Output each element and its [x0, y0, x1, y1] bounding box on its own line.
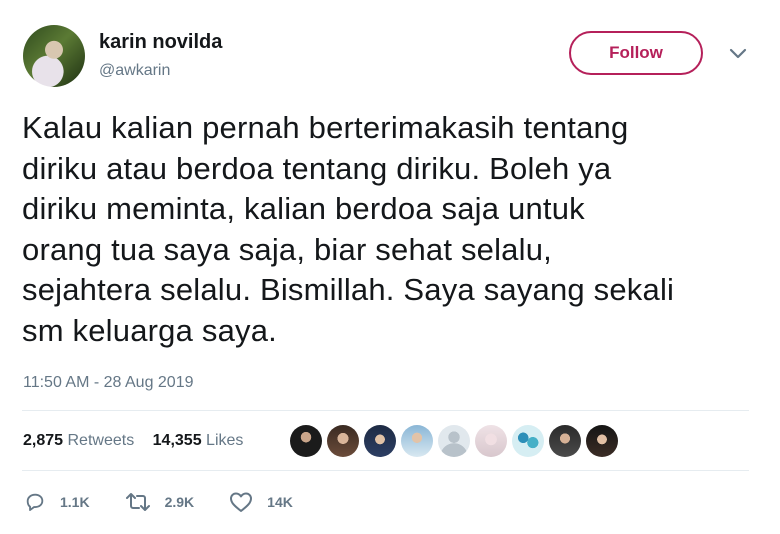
tweet-text-line: sm keluarga saya.: [22, 312, 277, 348]
divider: [22, 470, 749, 471]
tweet-text-line: sejahtera selalu. Bismillah. Saya sayang…: [22, 272, 675, 307]
liker-avatar[interactable]: [549, 425, 581, 457]
liker-avatar[interactable]: [401, 425, 433, 457]
tweet-timestamp[interactable]: 11:50 AM - 28 Aug 2019: [23, 374, 194, 392]
likes-label: Likes: [206, 432, 244, 449]
heart-icon: [230, 492, 253, 512]
tweet-actions: 1.1K 2.9K 14K: [24, 491, 328, 513]
retweet-button[interactable]: 2.9K: [125, 491, 195, 513]
liker-avatar[interactable]: [364, 425, 396, 457]
author-avatar[interactable]: [23, 25, 85, 87]
likes-count: 14,355: [152, 432, 202, 449]
retweet-icon: [125, 493, 150, 511]
liker-avatar[interactable]: [438, 425, 470, 457]
reply-button[interactable]: 1.1K: [24, 491, 90, 513]
tweet-text-line: diriku meminta, kalian berdoa saja untuk: [22, 191, 585, 226]
follow-button[interactable]: Follow: [569, 31, 703, 75]
liker-avatar[interactable]: [512, 425, 544, 457]
reply-icon: [26, 493, 44, 511]
tweet-text: Kalau kalian pernah berterimakasih tenta…: [22, 108, 762, 351]
liker-avatar[interactable]: [475, 425, 507, 457]
reply-count: 1.1K: [60, 494, 90, 510]
likes-stat[interactable]: 14,355 Likes: [153, 432, 244, 449]
tweet-stats: 2,875 Retweets 14,355 Likes: [23, 432, 257, 450]
liker-avatars: [290, 425, 623, 457]
retweets-label: Retweets: [67, 432, 135, 449]
liker-avatar[interactable]: [586, 425, 618, 457]
chevron-down-icon[interactable]: [729, 48, 747, 60]
tweet-text-line: Kalau kalian pernah berterimakasih tenta…: [22, 110, 629, 145]
divider: [22, 410, 749, 411]
tweet-text-line: orang tua saya saja, biar sehat selalu,: [22, 231, 552, 267]
retweet-count: 2.9K: [164, 494, 195, 510]
liker-avatar[interactable]: [327, 425, 359, 457]
author-name[interactable]: karin novilda: [99, 31, 222, 54]
tweet-text-line: diriku atau berdoa tentang diriku. Boleh…: [22, 150, 612, 186]
like-count: 14K: [267, 494, 293, 510]
author-handle[interactable]: @awkarin: [99, 62, 170, 80]
like-button[interactable]: 14K: [229, 491, 293, 513]
liker-avatar[interactable]: [290, 425, 322, 457]
retweets-count: 2,875: [23, 432, 64, 449]
retweets-stat[interactable]: 2,875 Retweets: [23, 432, 134, 449]
